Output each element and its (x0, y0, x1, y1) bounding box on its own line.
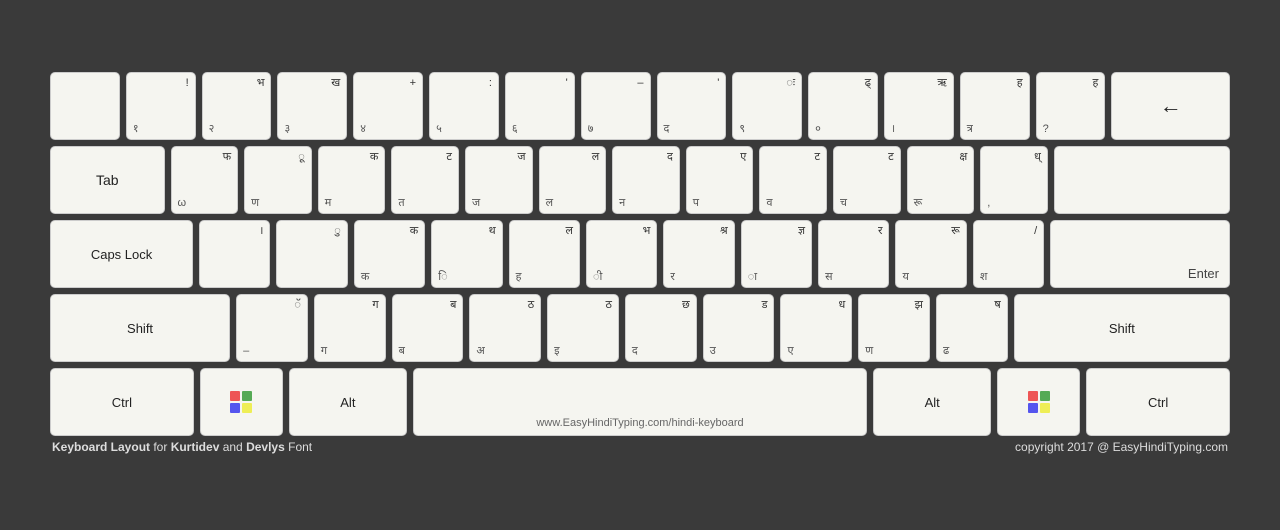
key-win-right[interactable] (997, 368, 1080, 436)
key-semicolon[interactable]: रू य (895, 220, 966, 288)
key-shift-left[interactable]: Shift (50, 294, 230, 362)
key-4[interactable]: + ४ (353, 72, 423, 140)
key-i[interactable]: ए प (686, 146, 754, 214)
key-backspace[interactable]: ← (1111, 72, 1230, 140)
key-8[interactable]: ' द (657, 72, 727, 140)
key-u[interactable]: द न (612, 146, 680, 214)
key-r[interactable]: ट त (391, 146, 459, 214)
key-o[interactable]: ट व (759, 146, 827, 214)
key-comma[interactable]: ध ए (780, 294, 852, 362)
key-3[interactable]: ख ३ (277, 72, 347, 140)
key-q[interactable]: फ ω (171, 146, 239, 214)
key-caps-lock[interactable]: Caps Lock (50, 220, 193, 288)
key-9[interactable]: ः ९ (732, 72, 802, 140)
key-enter-2[interactable]: Enter (1050, 220, 1230, 288)
key-p[interactable]: ट च (833, 146, 901, 214)
key-lbracket[interactable]: क्ष रू (907, 146, 975, 214)
key-s[interactable]: ु (276, 220, 347, 288)
key-d[interactable]: क क (354, 220, 425, 288)
key-win-left[interactable] (200, 368, 283, 436)
key-z[interactable]: ॅ – (236, 294, 308, 362)
keyboard: ! १ भ २ ख ३ + ४ : ५ ' ६ – ७ ' द (50, 72, 1230, 436)
key-ctrl-right[interactable]: Ctrl (1086, 368, 1230, 436)
key-f[interactable]: थ ि (431, 220, 502, 288)
key-alt-left[interactable]: Alt (289, 368, 407, 436)
key-n[interactable]: छ द (625, 294, 697, 362)
key-h[interactable]: भ ी (586, 220, 657, 288)
key-slash[interactable]: ष ढ (936, 294, 1008, 362)
key-7[interactable]: – ७ (581, 72, 651, 140)
key-m[interactable]: ड उ (703, 294, 775, 362)
key-g[interactable]: ल ह (509, 220, 580, 288)
key-y[interactable]: ल ल (539, 146, 607, 214)
key-a[interactable]: । (199, 220, 270, 288)
key-c[interactable]: ब ब (392, 294, 464, 362)
key-backslash[interactable]: ह ? (1036, 72, 1106, 140)
key-shift-right[interactable]: Shift (1014, 294, 1230, 362)
footer-right: copyright 2017 @ EasyHindiTyping.com (1015, 440, 1228, 454)
key-5[interactable]: : ५ (429, 72, 499, 140)
key-minus[interactable]: ऋ । (884, 72, 954, 140)
windows-icon-right (1028, 391, 1050, 413)
key-row-4: Shift ॅ – ग ग ब ब ठ अ ठ इ छ द ड उ (50, 294, 1230, 362)
key-ctrl-left[interactable]: Ctrl (50, 368, 194, 436)
key-2[interactable]: भ २ (202, 72, 272, 140)
key-quote[interactable]: / श (973, 220, 1044, 288)
key-e[interactable]: क म (318, 146, 386, 214)
key-w[interactable]: ू ण (244, 146, 312, 214)
key-row-2: Tab फ ω ू ण क म ट त ज ज ल ल द न (50, 146, 1230, 214)
key-0[interactable]: ढ् ० (808, 72, 878, 140)
key-6[interactable]: ' ६ (505, 72, 575, 140)
key-row-1: ! १ भ २ ख ३ + ४ : ५ ' ६ – ७ ' द (50, 72, 1230, 140)
key-1[interactable]: ! १ (126, 72, 196, 140)
space-bar-url: www.EasyHindiTyping.com/hindi-keyboard (424, 417, 857, 429)
key-period[interactable]: झ ण (858, 294, 930, 362)
key-l[interactable]: र स (818, 220, 889, 288)
key-row-3: Caps Lock । ु क क थ ि ल ह भ ी श्र र (50, 220, 1230, 288)
key-k[interactable]: ज्ञ ा (741, 220, 812, 288)
key-b[interactable]: ठ इ (547, 294, 619, 362)
key-tab[interactable]: Tab (50, 146, 165, 214)
key-enter[interactable] (1054, 146, 1230, 214)
key-t[interactable]: ज ज (465, 146, 533, 214)
key-row-5: Ctrl Alt www.EasyHindiTyping.com/hindi-k… (50, 368, 1230, 436)
key-space[interactable]: www.EasyHindiTyping.com/hindi-keyboard (413, 368, 868, 436)
key-equal[interactable]: ह त्र (960, 72, 1030, 140)
key-rbracket[interactable]: ध् , (980, 146, 1048, 214)
windows-icon-left (230, 391, 252, 413)
key-alt-right[interactable]: Alt (873, 368, 991, 436)
footer-left: Keyboard Layout for Kurtidev and Devlys … (52, 440, 312, 454)
key-j[interactable]: श्र र (663, 220, 734, 288)
key-v[interactable]: ठ अ (469, 294, 541, 362)
footer: Keyboard Layout for Kurtidev and Devlys … (50, 436, 1230, 458)
key-tilde[interactable] (50, 72, 120, 140)
key-x[interactable]: ग ग (314, 294, 386, 362)
